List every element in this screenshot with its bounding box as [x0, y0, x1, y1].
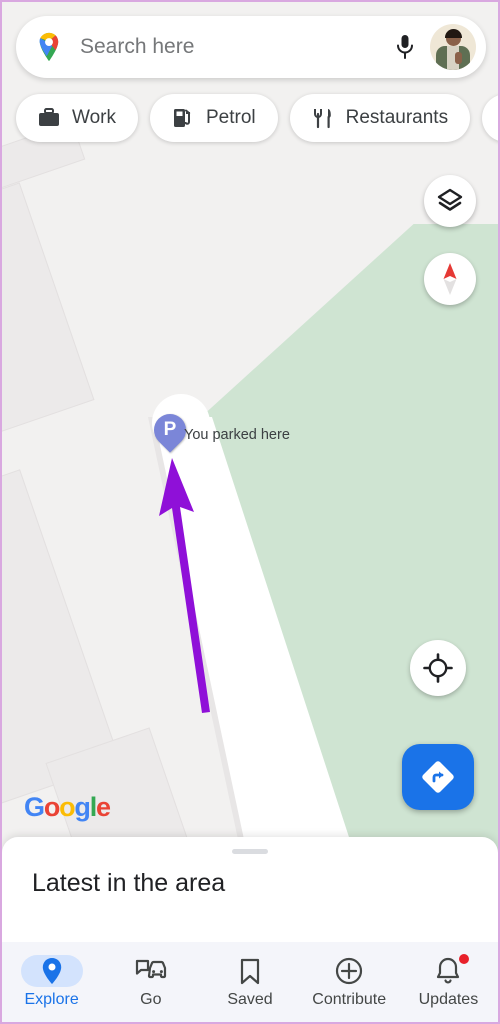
fork-knife-icon [313, 109, 331, 129]
nav-icon-wrap [219, 955, 281, 987]
chip-restaurants[interactable]: Restaurants [289, 94, 471, 142]
my-location-crosshair-icon [423, 653, 453, 683]
nav-item-go[interactable]: Go [101, 942, 200, 1022]
nav-label: Saved [227, 991, 273, 1008]
search-bar[interactable] [16, 16, 486, 78]
notification-badge [459, 954, 470, 964]
microphone-icon[interactable] [388, 30, 422, 64]
nav-icon-wrap [120, 955, 182, 987]
bell-icon [437, 957, 460, 984]
my-location-button[interactable] [410, 640, 466, 696]
search-input[interactable] [80, 35, 388, 59]
nav-item-updates[interactable]: Updates [399, 942, 498, 1022]
google-maps-pin-icon [39, 32, 59, 62]
commute-car-icon [135, 959, 166, 979]
chip-hotels[interactable] [482, 94, 498, 142]
compass-needle-icon [443, 263, 457, 295]
parking-marker[interactable]: P [147, 407, 193, 458]
nav-item-explore[interactable]: Explore [2, 942, 101, 1022]
parking-pin-letter: P [163, 419, 177, 440]
category-chips-row: Work Petrol Restaurants [16, 94, 498, 142]
nav-label: Updates [418, 991, 479, 1008]
bookmark-icon [240, 958, 260, 984]
chip-label: Petrol [205, 107, 256, 128]
parking-marker-label: You parked here [184, 427, 290, 443]
chip-label: Work [72, 107, 116, 128]
google-letter-g2: g [74, 792, 91, 822]
chip-petrol[interactable]: Petrol [149, 94, 278, 142]
bottom-sheet[interactable]: Latest in the area [2, 837, 498, 942]
map-pin-icon [42, 958, 61, 984]
directions-button[interactable] [402, 744, 474, 810]
nav-label: Explore [24, 991, 79, 1008]
google-letter-e: e [96, 792, 111, 822]
chip-work[interactable]: Work [16, 94, 138, 142]
google-letter-o2: o [59, 792, 76, 822]
avatar[interactable] [430, 24, 476, 70]
compass-button[interactable] [424, 253, 476, 305]
sheet-title: Latest in the area [32, 869, 226, 897]
google-watermark: Google [24, 792, 111, 823]
building-polygon [2, 182, 95, 436]
layers-button[interactable] [424, 175, 476, 227]
avatar-hair [445, 29, 462, 38]
bottom-navigation-bar: Explore Go Saved Contribute Updates [2, 942, 498, 1022]
directions-arrow-icon [422, 761, 454, 793]
google-letter-o1: o [43, 792, 61, 822]
nav-icon-wrap [20, 955, 83, 987]
briefcase-icon [39, 108, 59, 126]
avatar-arm [455, 52, 462, 64]
fuel-pump-icon [173, 109, 191, 127]
chip-label: Restaurants [345, 107, 449, 128]
nav-item-saved[interactable]: Saved [200, 942, 299, 1022]
nav-icon-wrap [318, 955, 380, 987]
plus-circle-icon [336, 957, 363, 985]
sheet-drag-handle[interactable] [232, 849, 268, 854]
layers-icon [437, 188, 463, 211]
nav-label: Go [140, 991, 162, 1008]
nav-item-contribute[interactable]: Contribute [300, 942, 399, 1022]
google-letter-g: G [24, 792, 45, 822]
app-screen: Google P You parked here Search here Wor… [0, 0, 500, 1024]
nav-icon-wrap [417, 954, 479, 987]
nav-label: Contribute [312, 991, 387, 1008]
